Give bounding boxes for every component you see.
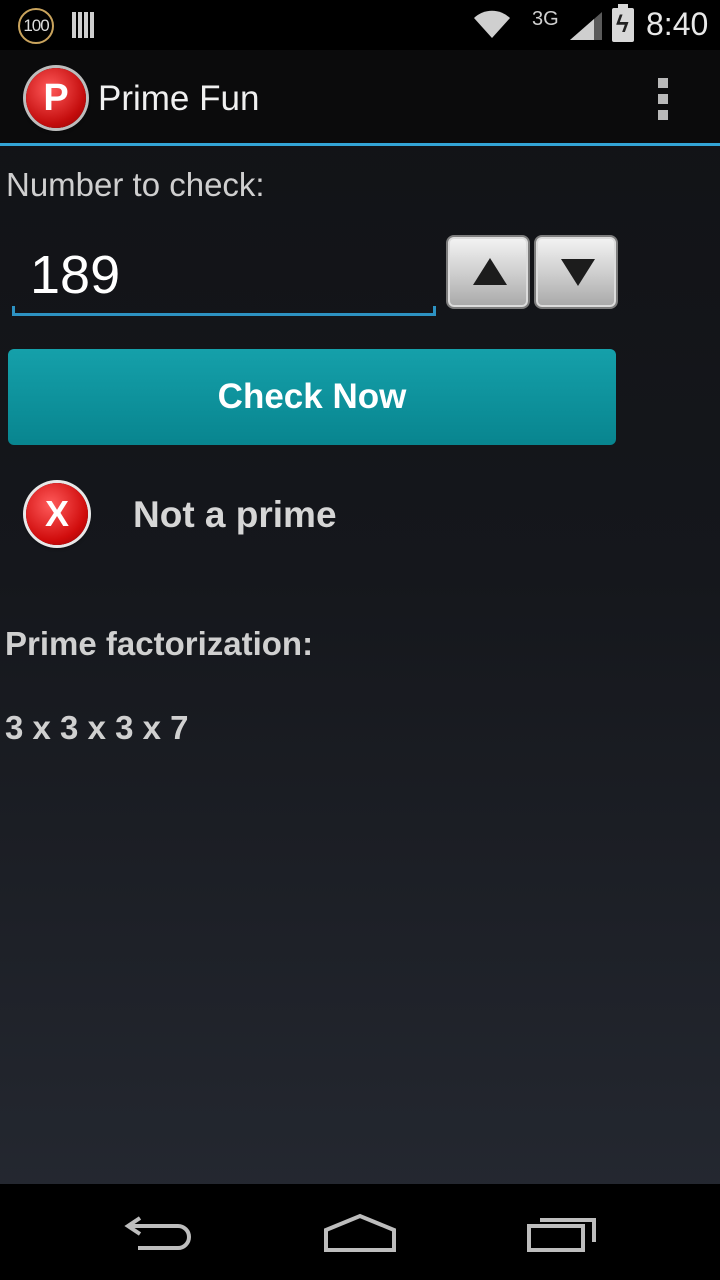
signal-icon [570, 12, 602, 40]
triangle-down-icon [561, 259, 595, 286]
app-logo-letter: P [43, 77, 69, 119]
action-bar: P Prime Fun [0, 50, 720, 146]
triangle-up-icon [473, 258, 507, 285]
notification-count-icon: 100 [18, 8, 54, 44]
result-text: Not a prime [133, 494, 337, 535]
clock: 8:40 [646, 6, 709, 42]
number-input[interactable]: 189 [12, 234, 436, 316]
check-now-label: Check Now [217, 377, 407, 416]
barcode-icon [72, 12, 98, 38]
factorization-value: 3 x 3 x 3 x 7 [5, 709, 189, 746]
overflow-menu-icon[interactable] [656, 78, 670, 120]
navigation-bar [0, 1184, 720, 1280]
battery-charging-icon: ϟ [612, 4, 634, 42]
number-label: Number to check: [6, 166, 265, 203]
back-icon[interactable] [124, 1212, 196, 1252]
increment-button[interactable] [446, 235, 530, 309]
number-input-value: 189 [30, 245, 121, 305]
home-icon[interactable] [322, 1212, 398, 1254]
wifi-icon [474, 10, 510, 39]
app-title: Prime Fun [98, 79, 260, 118]
recent-apps-icon[interactable] [526, 1212, 598, 1254]
decrement-button[interactable] [534, 235, 618, 309]
x-glyph: X [44, 493, 69, 534]
factorization-label: Prime factorization: [5, 625, 314, 662]
network-type: 3G [532, 8, 559, 30]
check-now-button[interactable]: Check Now [8, 349, 616, 445]
status-bar: 100 3G ϟ 8:40 [0, 0, 720, 50]
red-x-icon: X [26, 483, 88, 545]
app-logo-icon[interactable]: P [26, 68, 86, 128]
